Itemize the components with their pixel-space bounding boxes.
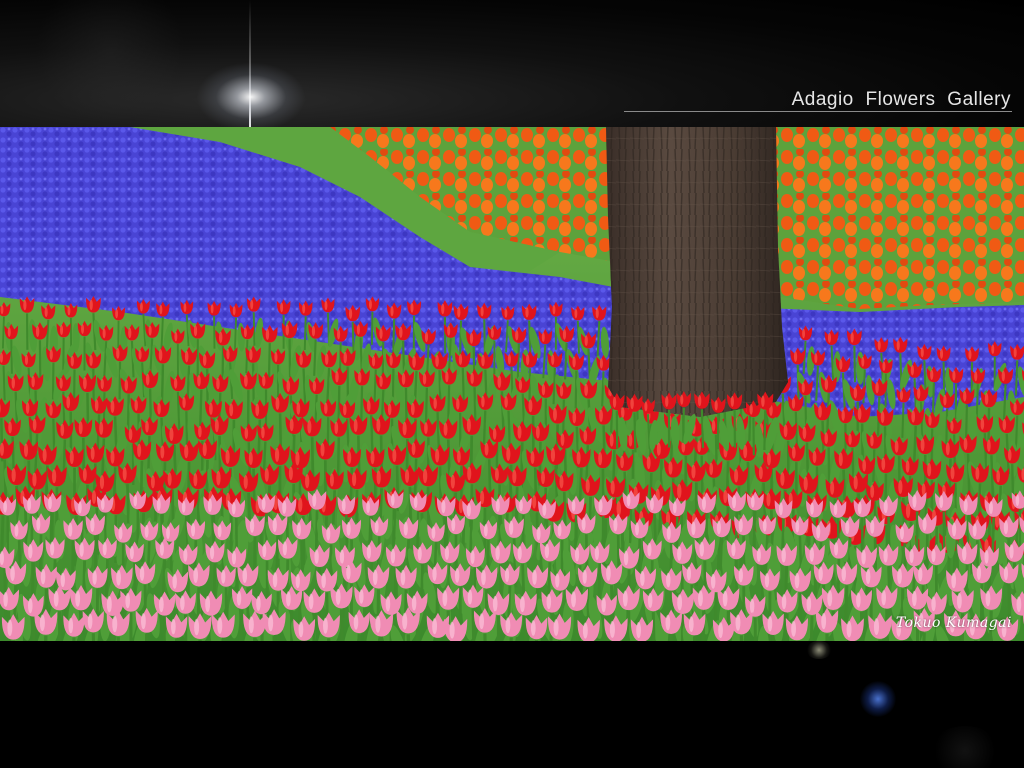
tree-bark-texture [606, 127, 788, 417]
footer-band [0, 641, 1024, 768]
flower-scene [0, 127, 1024, 641]
bokeh-light-2 [860, 681, 896, 717]
bokeh-light-1 [806, 641, 832, 659]
lens-flare-halo [30, 0, 190, 120]
photographer-signature: Tokuo Kumagai [895, 615, 1012, 631]
bokeh-light-3 [930, 726, 1000, 768]
lens-flare-icon [196, 62, 306, 132]
title-underline [624, 111, 1012, 112]
header-band: Adagio Flowers Gallery [0, 0, 1024, 132]
gallery-title: Adagio Flowers Gallery [791, 89, 1011, 110]
wallpaper-page: Adagio Flowers Gallery Tokuo Kumagai [0, 0, 1024, 768]
flower-photo: Tokuo Kumagai [0, 127, 1024, 641]
